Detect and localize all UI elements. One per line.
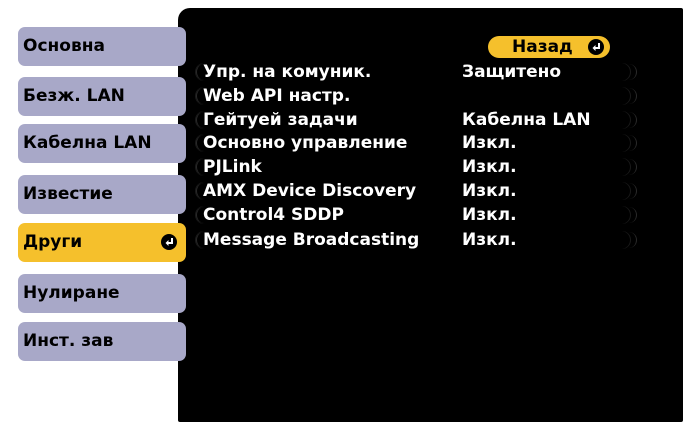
row-label: Упр. на комуник. [203,62,372,82]
menu-row-control4-sddp[interactable]: Control4 SDDP Изкл. [196,204,637,226]
tab-label: Безж. LAN [23,86,125,106]
menu-row-pjlink[interactable]: PJLink Изкл. [196,156,637,178]
tab-wired-lan[interactable]: Кабелна LAN [18,124,186,163]
row-value: Изкл. [462,181,517,201]
tab-label: Кабелна LAN [23,133,152,153]
tab-label: Нулиране [23,283,120,303]
back-button[interactable]: Назад [488,36,610,58]
tab-notification[interactable]: Известие [18,175,186,214]
row-value: Кабелна LAN [462,110,591,130]
row-label: Web API настр. [203,86,351,106]
menu-row-basic-control[interactable]: Основно управление Изкл. [196,132,637,154]
row-value: Изкл. [462,157,517,177]
menu-row-message-broadcasting[interactable]: Message Broadcasting Изкл. [196,229,637,251]
row-label: Основно управление [203,133,408,153]
row-label: Control4 SDDP [203,205,344,225]
tab-label: Инст. зав [23,331,114,351]
tab-label: Основна [23,36,105,56]
enter-icon [161,234,177,250]
row-value: Изкл. [462,205,517,225]
row-label: Гейтуей задачи [203,110,358,130]
menu-row-gateway[interactable]: Гейтуей задачи Кабелна LAN [196,109,637,131]
row-label: AMX Device Discovery [203,181,417,201]
tab-label: Известие [23,184,113,204]
back-label: Назад [512,37,573,57]
tab-factory-settings[interactable]: Инст. зав [18,322,186,361]
menu-row-communication-control[interactable]: Упр. на комуник. Защитено [196,61,637,83]
menu-row-web-api[interactable]: Web API настр. [196,85,637,107]
row-label: PJLink [203,157,262,177]
tab-reset[interactable]: Нулиране [18,274,186,313]
tab-label: Други [23,232,83,252]
tab-basic[interactable]: Основна [18,27,186,66]
tab-others[interactable]: Други [18,223,186,262]
enter-icon [588,39,604,55]
menu-row-amx-device-discovery[interactable]: AMX Device Discovery Изкл. [196,180,637,202]
tab-wireless-lan[interactable]: Безж. LAN [18,77,186,116]
row-value: Изкл. [462,133,517,153]
row-value: Защитено [462,62,562,82]
row-value: Изкл. [462,230,517,250]
row-label: Message Broadcasting [203,230,420,250]
